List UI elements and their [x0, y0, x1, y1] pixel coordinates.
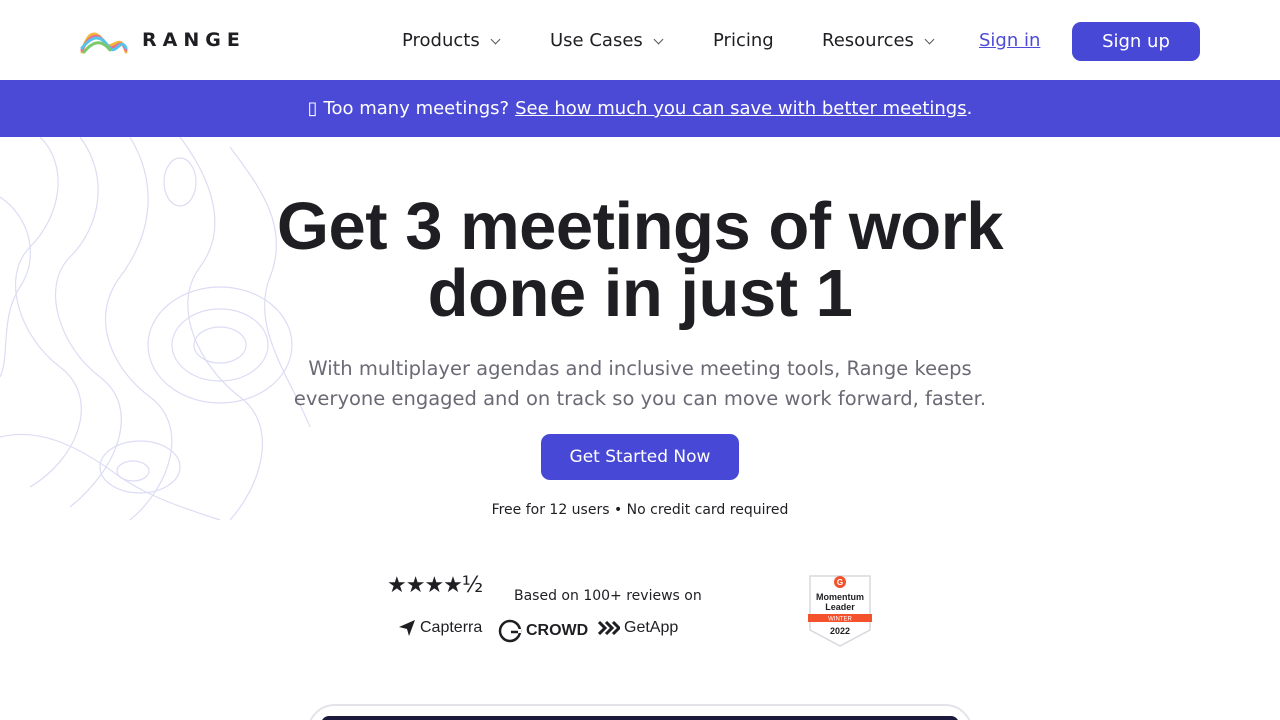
hero-title-line-1: Get 3 meetings of work [276, 189, 1004, 264]
hero-fine-print: Free for 12 users • No credit card requi… [491, 502, 789, 518]
get-started-button[interactable]: Get Started Now [541, 434, 739, 480]
top-nav: RANGE Products Use Cases Pricing Resourc… [0, 0, 1280, 80]
g2-crowd-logo[interactable]: CROWD [498, 619, 588, 643]
nav-item-label: Pricing [713, 29, 774, 51]
banner-suffix: . [966, 98, 973, 119]
nav-item-resources[interactable]: Resources [822, 0, 935, 80]
sign-in-link[interactable]: Sign in [979, 0, 1040, 80]
capterra-logo[interactable]: Capterra [398, 619, 482, 637]
banner-emoji-icon: ▯ [307, 98, 318, 119]
product-preview-frame [307, 704, 973, 720]
brand-wordmark: RANGE [142, 29, 246, 51]
sign-up-button[interactable]: Sign up [1072, 22, 1200, 61]
announcement-banner: ▯ Too many meetings? See how much you ca… [0, 80, 1280, 137]
hero-subtitle: With multiplayer agendas and inclusive m… [293, 357, 987, 410]
g2-crowd-label: CROWD [526, 622, 589, 639]
chevron-down-icon [653, 34, 664, 44]
svg-text:G: G [837, 578, 843, 587]
nav-item-label: Products [402, 29, 480, 51]
rating-stars: ★★★★½ [387, 573, 483, 598]
chevron-down-icon [924, 34, 935, 44]
chevron-down-icon [490, 34, 501, 44]
capterra-arrow-icon [399, 620, 415, 636]
product-preview-screen [321, 716, 959, 720]
getapp-logo[interactable]: GetApp [598, 619, 678, 637]
brand-logo[interactable]: RANGE [80, 26, 246, 54]
banner-text: Too many meetings? [323, 98, 510, 119]
hero-title-line-2: done in just 1 [427, 256, 853, 331]
hero-title: Get 3 meetings of work done in just 1 [0, 193, 1280, 327]
nav-item-label: Resources [822, 29, 914, 51]
g2-momentum-leader-badge: G Momentum Leader WINTER 2022 [808, 575, 872, 647]
g2-icon [498, 619, 522, 643]
nav-item-label: Use Cases [550, 29, 643, 51]
badge-title-1: Momentum [816, 592, 864, 602]
getapp-chevrons-icon [598, 621, 620, 635]
capterra-label: Capterra [420, 619, 483, 636]
badge-year: 2022 [830, 626, 850, 636]
badge-title-2: Leader [825, 602, 855, 612]
nav-item-products[interactable]: Products [402, 0, 501, 80]
range-logo-icon [80, 32, 128, 54]
nav-item-use-cases[interactable]: Use Cases [550, 0, 664, 80]
banner-link[interactable]: See how much you can save with better me… [515, 98, 967, 119]
nav-item-pricing[interactable]: Pricing [713, 0, 774, 80]
getapp-label: GetApp [624, 619, 679, 636]
badge-ribbon: WINTER [828, 617, 852, 623]
reviews-caption: Based on 100+ reviews on [514, 588, 702, 604]
